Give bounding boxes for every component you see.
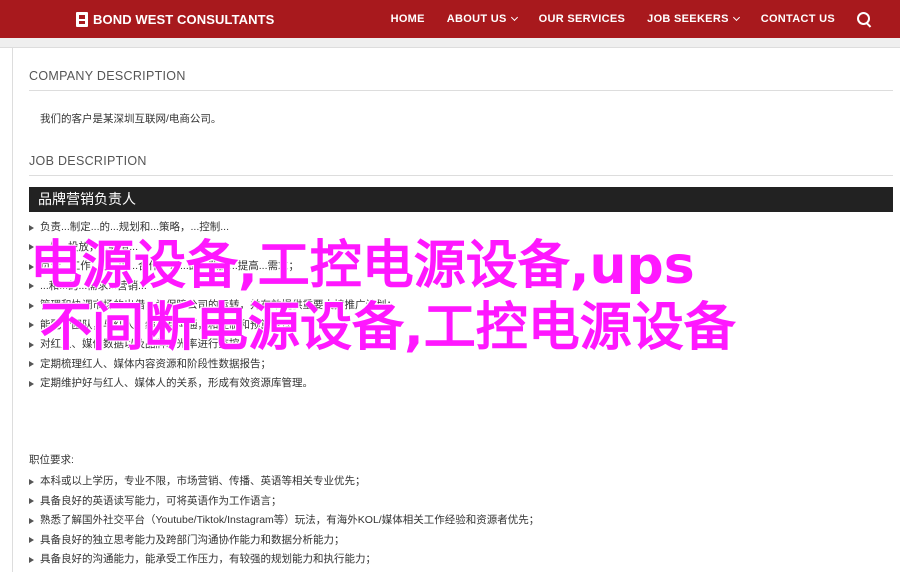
arrow-right-icon [29,322,34,329]
list-item-text: 管理和协调市场的出借，为保障公司的运转，并有效提供重要支持推广计划； [40,299,397,311]
list-item: 对红人、媒体数据以及品牌曝光率进行监控； [29,335,397,355]
list-item-text: 具备良好的沟通能力，能承受工作压力，有较强的规划能力和执行能力； [40,553,376,565]
arrow-right-icon [29,341,34,348]
arrow-right-icon [29,224,34,231]
top-navbar: BOND WEST CONSULTANTS HOME ABOUT US OUR … [0,0,900,38]
chevron-down-icon [732,13,740,22]
nav-contact-us-label: CONTACT US [760,13,835,25]
list-item-text: 具备良好的独立思考能力及跨部门沟通协作能力和数据分析能力； [40,533,345,546]
list-item-text: 本科或以上学历，专业不限，市场营销、传播、英语等相关专业优先； [40,475,366,487]
list-item-text: ...与...投放，...渠道... [40,240,139,253]
logo-icon [76,11,88,27]
list-item: 负责...工作...与...的...合作，以...的...数据...提高...需… [29,257,397,277]
divider [29,90,893,91]
arrow-right-icon [29,302,34,309]
company-description-text: 我们的客户是某深圳互联网/电商公司。 [40,113,222,125]
list-item: 定期维护好与红人、媒体人的关系，形成有效资源库管理。 [29,374,397,394]
nav-job-seekers-label: JOB SEEKERS [647,13,729,25]
list-item-text: 具备良好的英语读写能力，可将英语作为工作语言； [40,494,282,507]
list-item: 熟悉了解国外社交平台（Youtube/Tiktok/Instagram等）玩法，… [29,511,539,531]
arrow-right-icon [29,361,34,368]
chevron-down-icon [510,13,518,22]
sub-header-bar [0,38,900,48]
job-description-title: JOB DESCRIPTION [29,154,147,168]
list-item: 能配合团队，与红人、编辑互沟通，和控制和预算管理； [29,316,397,336]
divider [29,175,893,176]
brand-logo[interactable]: BOND WEST CONSULTANTS [76,10,274,28]
list-item: 具备良好的英语读写能力，可将英语作为工作语言； [29,492,539,512]
list-item: ...和...的...需求...营销... [29,277,397,297]
nav-job-seekers[interactable]: JOB SEEKERS [647,13,740,25]
list-item-text: 负责...制定...的...规划和...策略，...控制... [40,221,230,233]
arrow-right-icon [29,478,34,485]
requirements-label: 职位要求: [29,454,74,466]
arrow-right-icon [29,517,34,524]
nav-our-services[interactable]: OUR SERVICES [539,13,626,25]
list-item-text: 定期维护好与红人、媒体人的关系，形成有效资源库管理。 [40,377,313,389]
list-item: 具备良好的独立思考能力及跨部门沟通协作能力和数据分析能力； [29,531,539,551]
list-item-text: 熟悉了解国外社交平台（Youtube/Tiktok/Instagram等）玩法，… [40,514,540,526]
nav-contact-us[interactable]: CONTACT US [761,13,835,25]
brand-name: BOND WEST CONSULTANTS [93,11,275,27]
arrow-right-icon [29,556,34,563]
nav-home-label: HOME [390,13,425,25]
arrow-right-icon [29,244,34,251]
main-nav: HOME ABOUT US OUR SERVICES JOB SEEKERS C… [369,0,872,38]
list-item: 负责...制定...的...规划和...策略，...控制... [29,218,397,238]
list-item: 管理和协调市场的出借，为保障公司的运转，并有效提供重要支持推广计划； [29,296,397,316]
list-item: ...与...投放，...渠道... [29,238,397,258]
arrow-right-icon [29,283,34,290]
list-item-text: ...和...的...需求...营销... [40,279,147,292]
list-item: 定期梳理红人、媒体内容资源和阶段性数据报告； [29,355,397,375]
search-icon[interactable] [857,11,872,27]
list-item-text: 定期梳理红人、媒体内容资源和阶段性数据报告； [40,357,271,370]
nav-our-services-label: OUR SERVICES [538,13,626,25]
list-item: 具备良好的沟通能力，能承受工作压力，有较强的规划能力和执行能力； [29,550,539,570]
list-item-text: 对红人、媒体数据以及品牌曝光率进行监控； [40,338,250,350]
company-description-title: COMPANY DESCRIPTION [29,69,186,83]
arrow-right-icon [29,263,34,270]
arrow-right-icon [29,537,34,544]
list-item-text: 负责...工作...与...的...合作，以...的...数据...提高...需… [40,260,300,272]
nav-about-us[interactable]: ABOUT US [446,13,518,25]
arrow-right-icon [29,498,34,505]
nav-home[interactable]: HOME [391,13,425,25]
arrow-right-icon [29,380,34,387]
job-position-bar: 品牌营销负责人 [29,187,893,212]
list-item: 本科或以上学历，专业不限，市场营销、传播、英语等相关专业优先； [29,472,539,492]
requirements-list: 本科或以上学历，专业不限，市场营销、传播、英语等相关专业优先； 具备良好的英语读… [29,472,539,570]
duties-list: 负责...制定...的...规划和...策略，...控制... ...与...投… [29,218,397,394]
list-item-text: 能配合团队，与红人、编辑互沟通，和控制和预算管理； [40,318,303,331]
nav-about-us-label: ABOUT US [446,13,507,25]
